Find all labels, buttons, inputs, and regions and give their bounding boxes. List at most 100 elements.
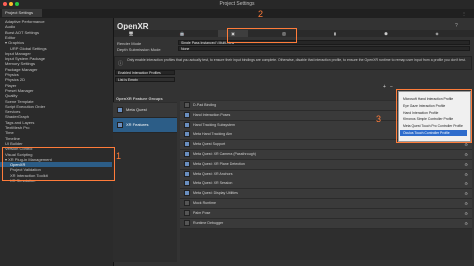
add-profile-button[interactable]: + [383,84,386,90]
sidebar-item[interactable]: Editor [0,35,112,40]
feature-label: D-Pad Binding [193,103,217,107]
feature-row[interactable]: Meta Quest: XR Plane Detection ⚙ [180,159,472,170]
feature-label: Meta Hand Tracking Aim [193,132,233,137]
callout-number-1: 1 [116,151,122,161]
feature-checkbox[interactable] [184,151,190,158]
sidebar-item[interactable]: Timeline [0,136,112,141]
feature-checkbox[interactable] [184,180,190,187]
gear-icon[interactable]: ⚙ [464,209,468,218]
group-label: XR Features [126,122,149,127]
sidebar-item[interactable]: Physics 2D [0,77,112,82]
remove-profile-button[interactable]: − [390,84,393,90]
platform-tab[interactable]: 🖥 [116,30,146,37]
sidebar-item[interactable]: Audio [0,24,112,29]
info-icon: ⓘ [118,61,124,67]
sidebar-item[interactable]: TextMesh Pro [0,125,112,130]
sidebar-item[interactable]: URP Global Settings [0,46,112,51]
gear-icon[interactable]: ⚙ [464,189,468,198]
tab-project-settings[interactable]: Project Settings [2,9,42,17]
render-mode-dropdown[interactable]: Single Pass Instanced \ Multi-view [178,40,470,45]
feature-label: Meta Quest: XR Session [193,181,233,186]
gear-icon[interactable]: ⚙ [464,150,468,159]
warning-text: Only enable interaction profiles that yo… [127,58,466,62]
render-mode-label: Render Mode [117,41,142,46]
gear-icon[interactable]: ⚙ [464,179,468,188]
platform-tab[interactable]: 🤖 [167,30,197,37]
feature-checkbox[interactable] [184,141,190,148]
callout-number-3: 3 [376,114,382,124]
sidebar-item[interactable]: Tags and Layers [0,120,112,125]
feature-checkbox[interactable] [184,131,190,138]
feature-label: Hand Interaction Poses [193,112,231,117]
sidebar-item[interactable]: Preset Manager [0,88,112,93]
feature-label: Runtime Debugger [193,220,224,225]
depth-submission-dropdown[interactable]: None [178,46,470,51]
sidebar-item[interactable]: ▾ Graphics [0,40,112,45]
feature-checkbox[interactable] [184,219,190,226]
help-icon[interactable]: ? [455,23,458,29]
feature-row[interactable]: Runtime Debugger ⚙ [180,218,472,229]
callout-box-1 [2,147,115,181]
platform-tab[interactable]: ◈ [422,30,452,37]
group-label: Meta Quest [126,107,147,112]
feature-label: Meta Quest: Display Utilities [193,191,238,196]
sidebar-item[interactable]: Script Execution Order [0,104,112,109]
platform-tab[interactable]: ▮ [320,30,350,37]
kebab-menu-icon[interactable]: ⋮ [462,11,466,16]
feature-checkbox[interactable] [184,200,190,207]
gear-icon[interactable]: ⚙ [464,219,468,228]
sidebar-item[interactable]: Input Manager [0,51,112,56]
feature-label: Mock Runtime [193,201,216,205]
callout-box-2 [227,28,297,43]
feature-row[interactable]: Meta Quest: XR Camera (Passthrough) ⚙ [180,150,472,160]
feature-checkbox[interactable] [184,170,190,177]
interaction-profiles-header: Enabled Interaction Profiles [115,70,175,75]
sidebar-item[interactable]: Burst AOT Settings [0,30,112,35]
sidebar-item[interactable]: Memory Settings [0,61,112,66]
sidebar-item[interactable]: Player [0,83,112,88]
feature-label: Meta Quest: XR Plane Detection [193,161,245,166]
callout-box-3 [396,89,472,143]
feature-row[interactable]: Mock Runtime ⚙ [180,199,472,209]
sidebar-item[interactable]: Physics [0,72,112,77]
feature-label: Meta Quest Support [193,142,226,147]
list-empty-text: List is Empty [115,77,175,82]
feature-row[interactable]: Meta Quest: XR Session ⚙ [180,179,472,190]
sidebar-item[interactable]: Scene Template [0,99,112,104]
tab-label: Project Settings [5,10,34,15]
sidebar-item[interactable]: UI Builder [0,141,112,146]
group-checkbox[interactable] [117,106,123,113]
warning-box: ⓘ Only enable interaction profiles that … [114,56,472,70]
window-title: Project Settings [219,1,255,7]
feature-groups-heading: OpenXR Feature Groups [116,96,163,101]
depth-submission-label: Depth Submission Mode [117,47,161,52]
feature-checkbox[interactable] [184,209,190,216]
gear-icon[interactable]: ⚙ [464,160,468,169]
feature-checkbox[interactable] [184,160,190,167]
feature-checkbox[interactable] [184,102,190,109]
feature-label: Meta Quest: XR Anchors [193,171,233,176]
sidebar-item[interactable]: Services [0,109,112,114]
platform-tab[interactable]: ⬢ [371,30,401,37]
sidebar-item[interactable]: Time [0,130,112,135]
feature-label: Palm Pose [193,210,211,215]
callout-number-2: 2 [258,9,264,19]
sidebar-item[interactable]: Quality [0,93,112,98]
group-checkbox[interactable] [117,121,123,128]
feature-row[interactable]: Palm Pose ⚙ [180,208,472,219]
feature-checkbox[interactable] [184,190,190,197]
feature-group-item[interactable]: XR Features [113,118,177,133]
sidebar-item[interactable]: Adaptive Performance [0,19,112,24]
gear-icon[interactable]: ⚙ [464,170,468,179]
feature-checkbox[interactable] [184,111,190,118]
feature-checkbox[interactable] [184,121,190,128]
feature-row[interactable]: Meta Quest: XR Anchors ⚙ [180,169,472,180]
feature-row[interactable]: Meta Quest: Display Utilities ⚙ [180,189,472,200]
feature-label: Hand Tracking Subsystem [193,122,235,127]
sidebar-item[interactable]: Input System Package [0,56,112,61]
feature-label: Meta Quest: XR Camera (Passthrough) [193,152,256,156]
sidebar-item[interactable]: ShaderGraph [0,114,112,119]
feature-group-item[interactable]: Meta Quest [113,103,177,118]
sidebar-item[interactable]: Package Manager [0,67,112,72]
gear-icon[interactable]: ⚙ [464,199,468,208]
